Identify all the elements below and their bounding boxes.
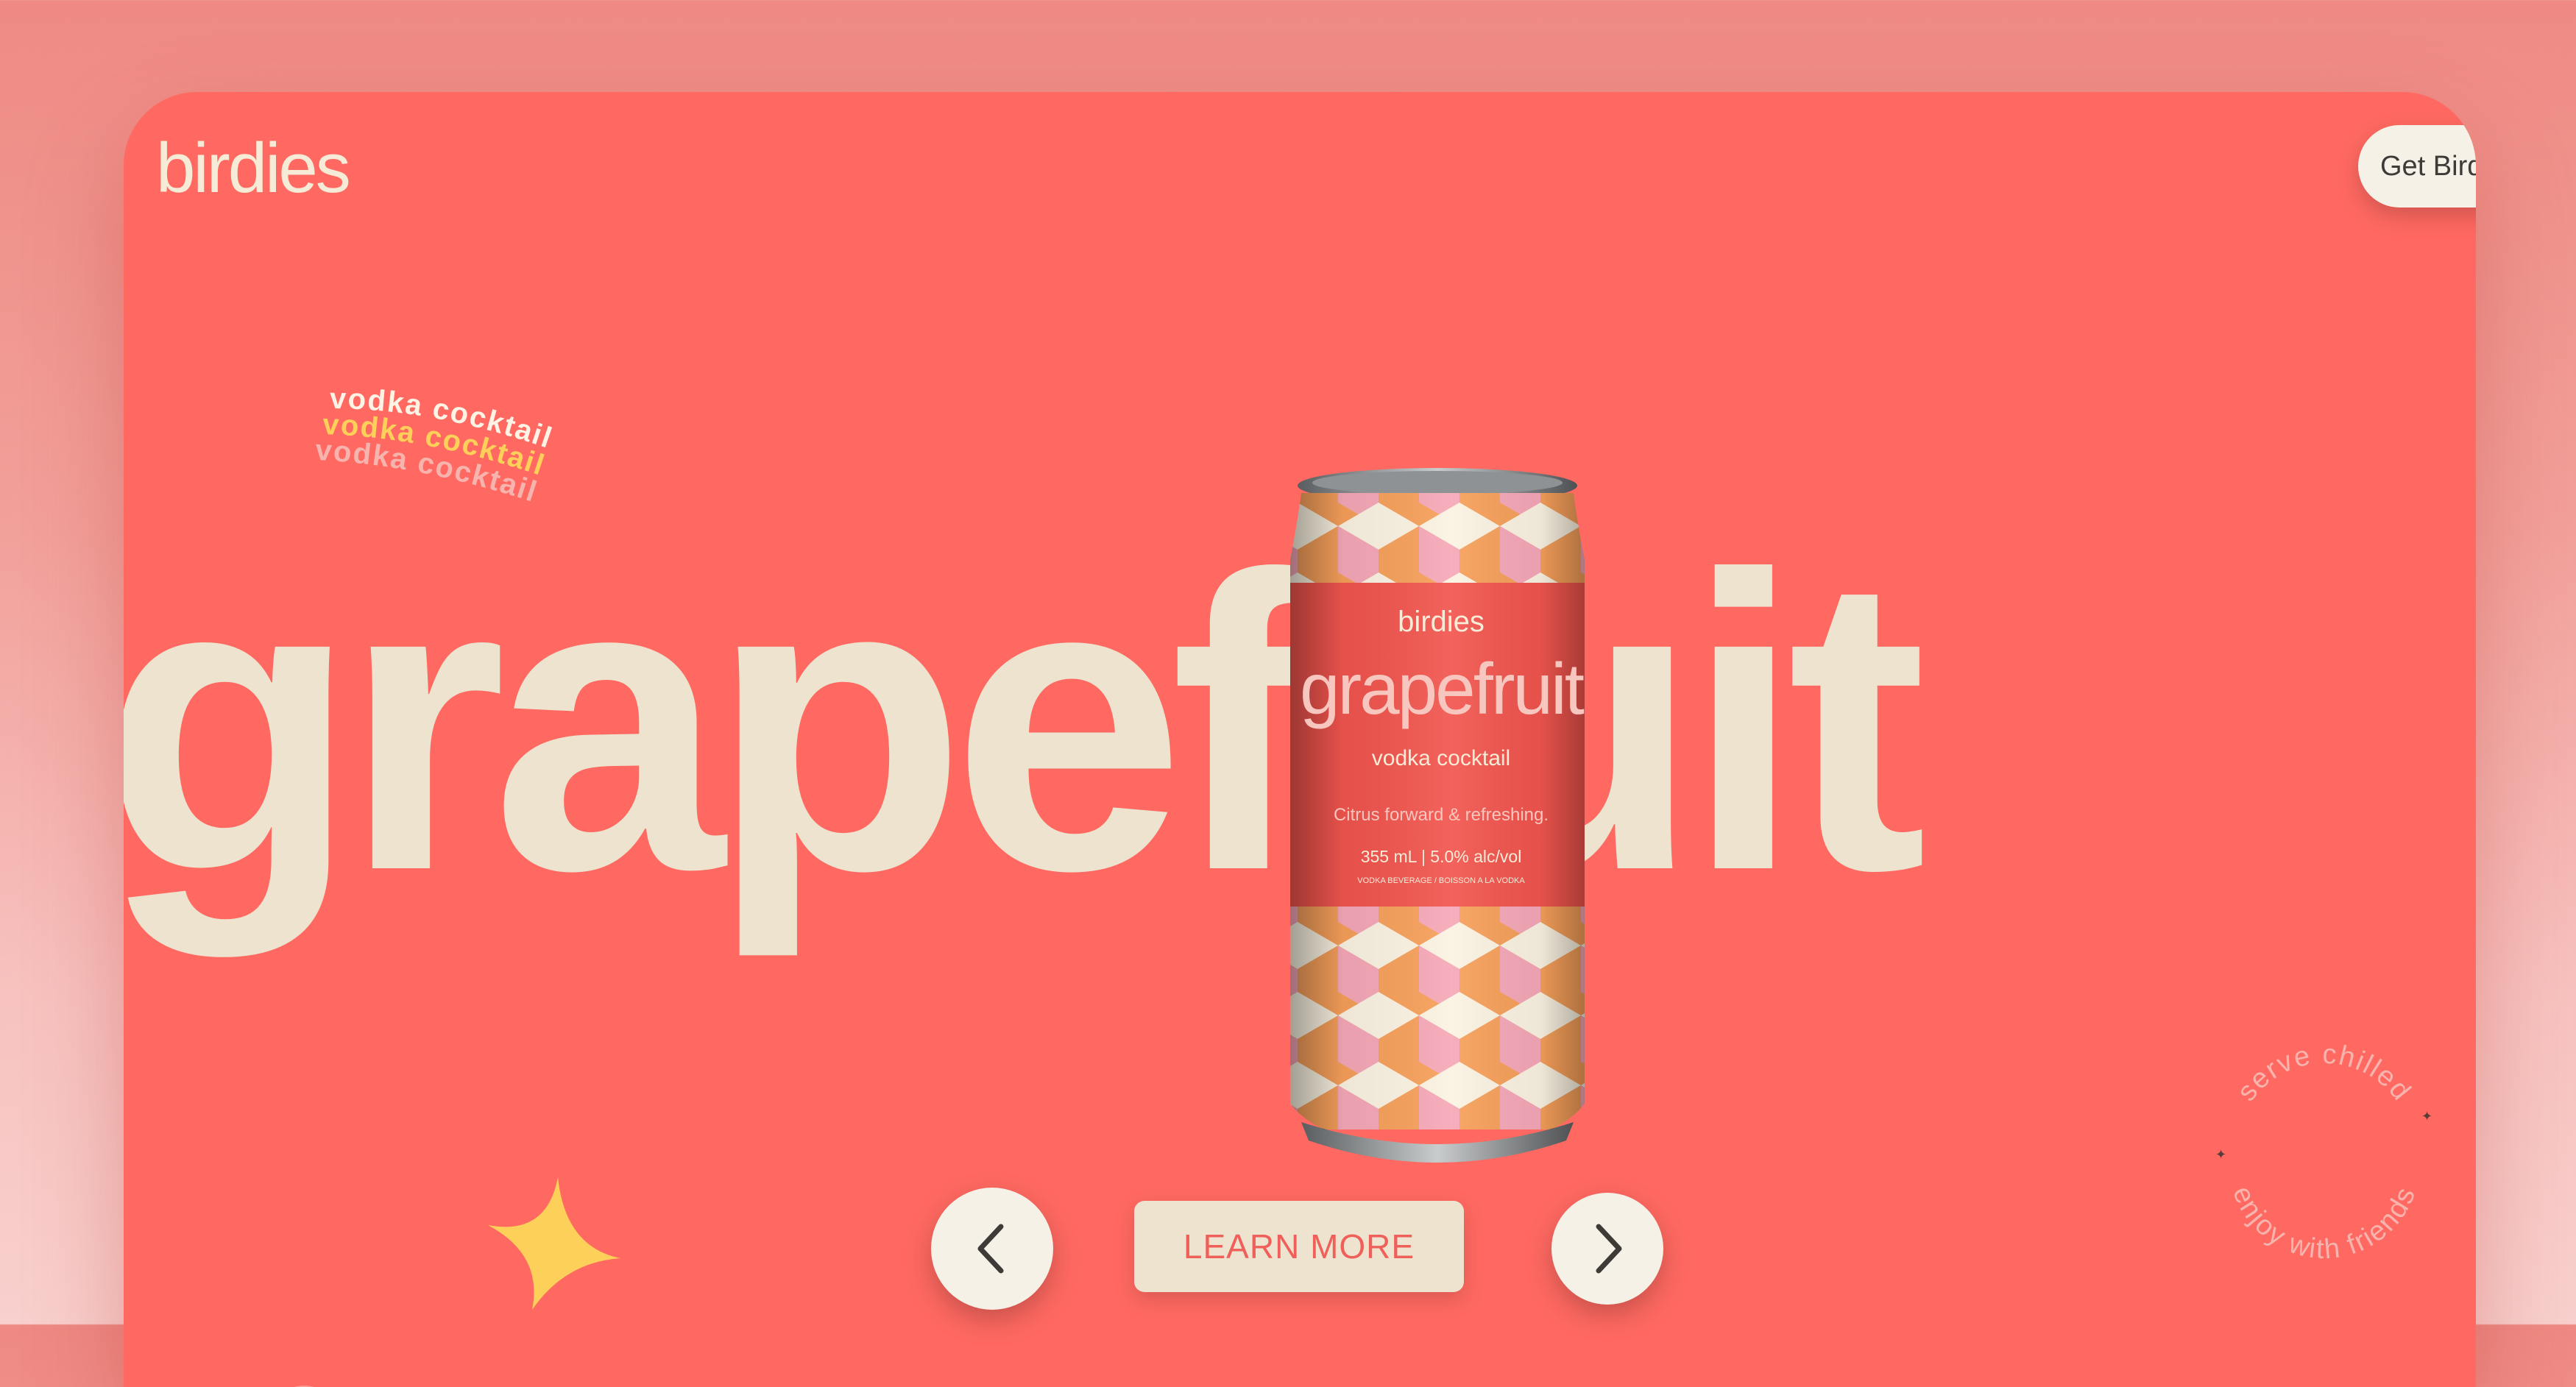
birdies-logo[interactable]: birdies	[156, 133, 351, 204]
hero-card: grapefruit birdies Get Birdies vodka coc…	[124, 92, 2476, 1387]
get-birdies-button[interactable]: Get Birdies	[2358, 125, 2476, 207]
svg-text:enjoy with friends: enjoy with friends	[2226, 1182, 2422, 1265]
can-fine-print: VODKA BEVERAGE / BOISSON A LA VODKA	[1357, 876, 1525, 885]
svg-text:serve chilled: serve chilled	[2231, 1039, 2417, 1107]
badge-bottom-text: enjoy with friends	[2226, 1182, 2421, 1265]
previous-flavor-button[interactable]	[931, 1188, 1053, 1310]
chevron-left-icon	[977, 1224, 1004, 1274]
can-type: vodka cocktail	[1372, 746, 1510, 770]
grapefruit-can: birdies grapefruit vodka cocktail Citrus…	[1290, 468, 1587, 1163]
badge-star-icon: ✦	[2215, 1147, 2226, 1162]
can-brand: birdies	[1398, 606, 1485, 638]
can-specs: 355 mL | 5.0% alc/vol	[1361, 847, 1522, 866]
chevron-right-icon	[1596, 1224, 1622, 1274]
badge-top-text: serve chilled	[2231, 1039, 2416, 1107]
sparkle-star-icon	[488, 1177, 620, 1310]
can-flavor: grapefruit	[1300, 648, 1585, 729]
next-flavor-button[interactable]	[1551, 1193, 1663, 1305]
badge-star-icon: ✦	[2421, 1109, 2432, 1124]
can-tagline: Citrus forward & refreshing.	[1334, 805, 1549, 825]
serve-chilled-badge: serve chilled enjoy with friends ✦ ✦	[2215, 1039, 2432, 1266]
vodka-cocktail-sticker: vodka cocktail vodka cocktail vodka cock…	[314, 383, 555, 508]
learn-more-button[interactable]: LEARN MORE	[1134, 1201, 1464, 1292]
